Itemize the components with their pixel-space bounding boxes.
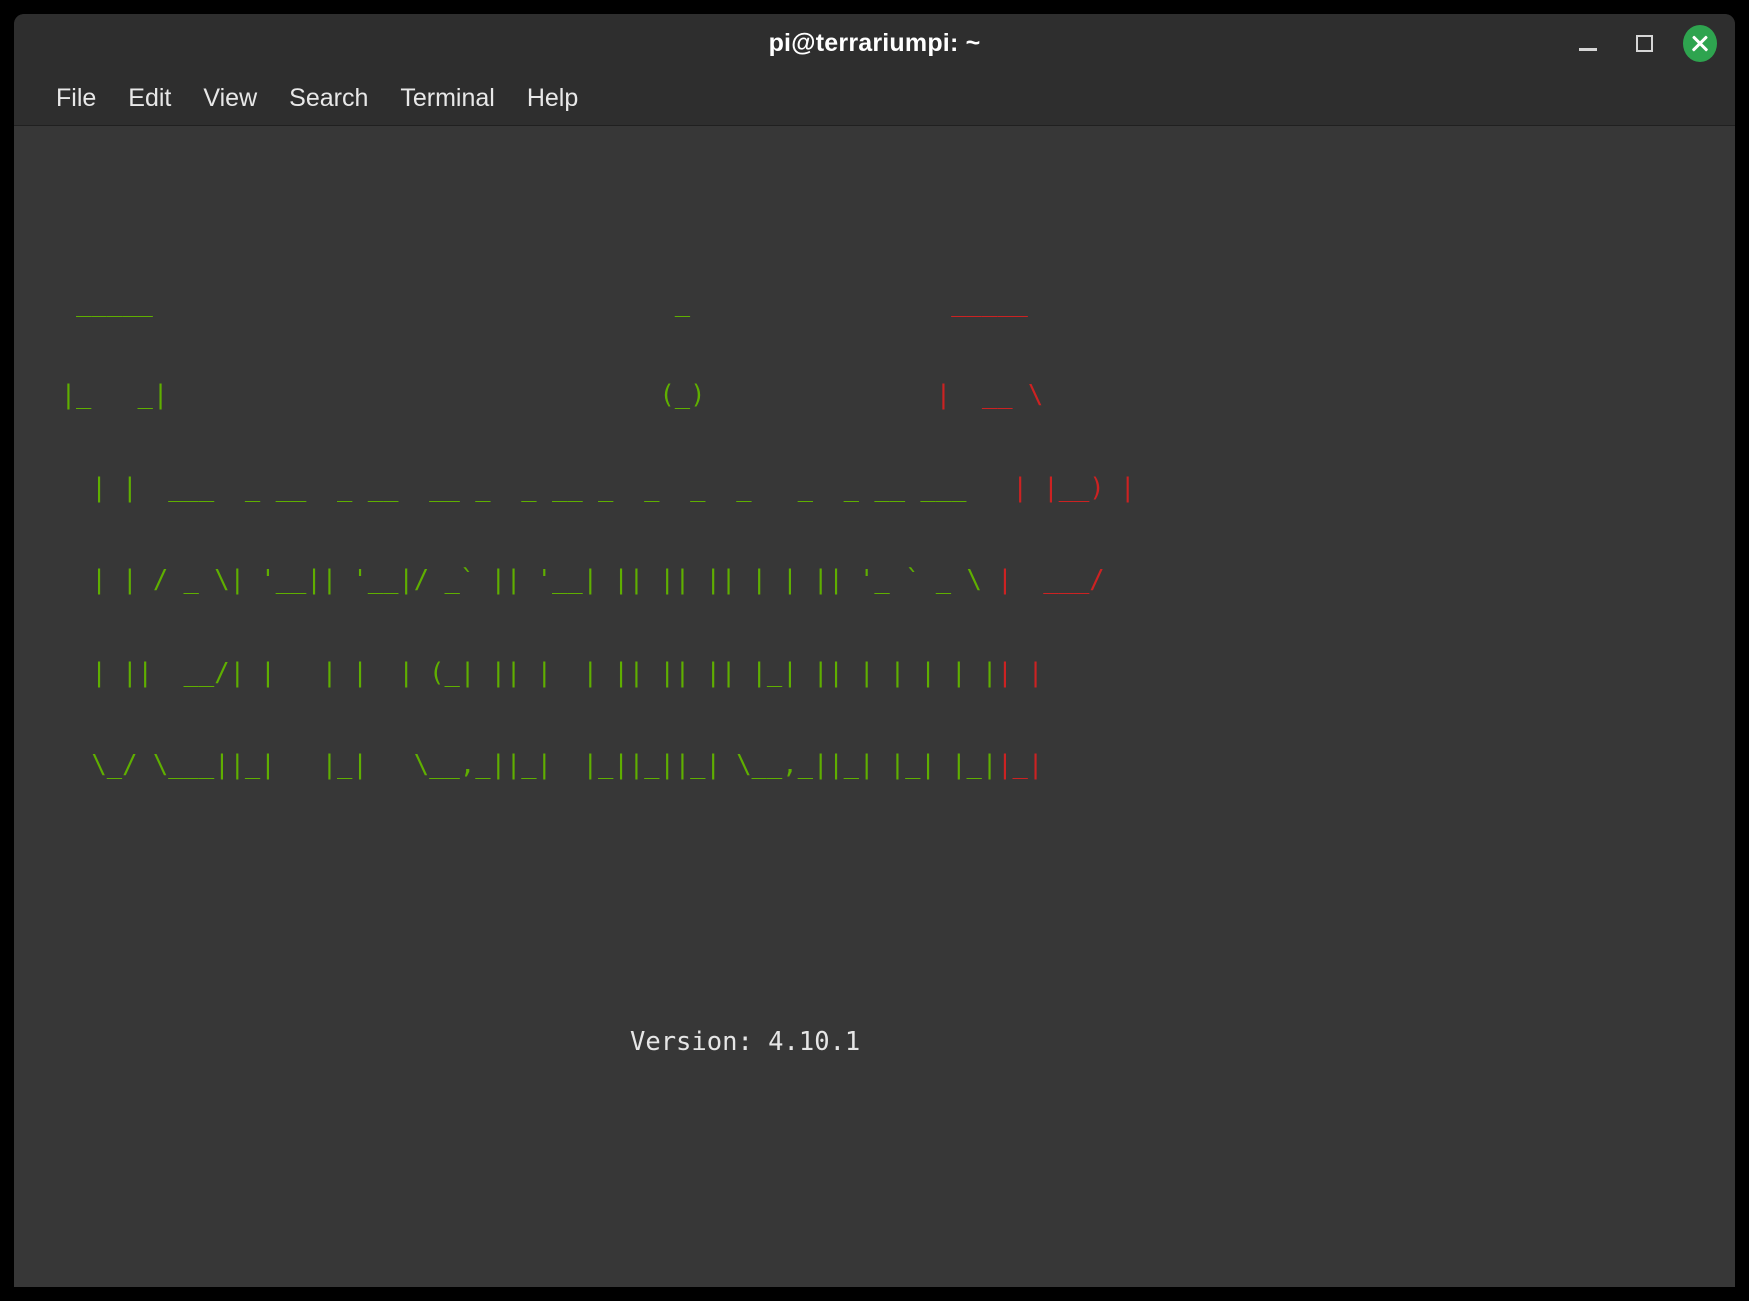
ascii-green-5: \_/ \___||_| |_| \__,_||_| |_||_||_| \__… — [30, 749, 998, 780]
ascii-logo-line: \_/ \___||_| |_| \__,_||_| |_||_||_| \__… — [30, 750, 1735, 781]
ascii-red-5: |_| — [997, 749, 1044, 780]
version-line: Version: 4.10.1 — [630, 1027, 861, 1058]
menu-item-terminal[interactable]: Terminal — [384, 80, 510, 117]
ascii-red-1: | __ \ — [705, 380, 1044, 411]
ascii-green-1: |_ _| (_) — [30, 380, 706, 411]
ascii-green-3: | | / _ \| '__|| '__|/ _` || '__| || || … — [30, 565, 982, 596]
menu-bar: File Edit View Search Terminal Help — [14, 72, 1735, 126]
ascii-logo-line: |_ _| (_) | __ \ — [30, 380, 1735, 411]
ascii-green-0: _____ _ — [30, 287, 691, 318]
terminal-window: pi@terrariumpi: ~ File Edit View Search … — [14, 14, 1735, 1287]
ascii-green-4: | || __/| | | | | (_| || | | || || || |_… — [30, 657, 998, 688]
ascii-logo-line: | | ___ _ __ _ __ __ _ _ __ _ _ _ _ _ _ … — [30, 473, 1735, 504]
title-bar: pi@terrariumpi: ~ — [14, 14, 1735, 72]
ascii-red-4: | | — [997, 657, 1044, 688]
ascii-logo-line: | | / _ \| '__|| '__|/ _` || '__| || || … — [30, 565, 1735, 596]
ascii-red-3: | ___/ — [981, 565, 1105, 596]
menu-item-search[interactable]: Search — [273, 80, 384, 117]
menu-item-file[interactable]: File — [40, 80, 112, 117]
close-icon — [1690, 33, 1710, 53]
menu-item-edit[interactable]: Edit — [112, 80, 187, 117]
maximize-button[interactable] — [1627, 26, 1661, 60]
ascii-red-0: _____ — [690, 287, 1028, 318]
close-button[interactable] — [1683, 24, 1717, 62]
maximize-icon — [1635, 34, 1653, 52]
window-title: pi@terrariumpi: ~ — [768, 29, 981, 57]
minimize-button[interactable] — [1571, 26, 1605, 60]
ascii-logo-line: | || __/| | | | | (_| || | | || || || |_… — [30, 658, 1735, 689]
ascii-red-2: | |__) | — [981, 472, 1136, 503]
ascii-green-2: | | ___ _ __ _ __ __ _ _ __ _ _ _ _ _ _ … — [30, 472, 982, 503]
terminal-output[interactable]: _____ _ _____ |_ _| (_) | __ \ | | ___ _… — [14, 126, 1735, 1287]
ascii-logo-line: _____ _ _____ — [30, 288, 1735, 319]
minimize-icon — [1579, 47, 1597, 51]
window-controls — [1571, 14, 1717, 72]
menu-item-help[interactable]: Help — [511, 80, 594, 117]
ascii-logo: _____ _ _____ |_ _| (_) | __ \ | | ___ _… — [30, 226, 1735, 842]
close-button-circle — [1683, 24, 1717, 62]
menu-item-view[interactable]: View — [187, 80, 273, 117]
